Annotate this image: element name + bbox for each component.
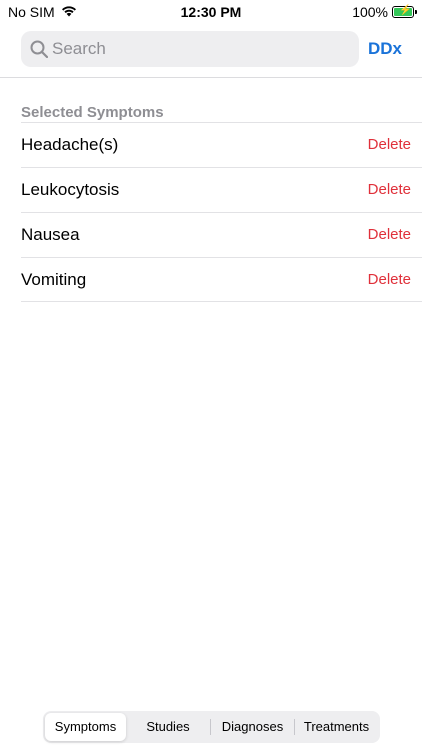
symptom-row: Vomiting Delete (21, 257, 422, 302)
delete-button[interactable]: Delete (368, 226, 411, 243)
battery-icon: ⚡ (392, 5, 417, 18)
symptom-row: Leukocytosis Delete (21, 167, 422, 212)
symptom-row: Headache(s) Delete (21, 122, 422, 167)
section-header: Selected Symptoms (21, 104, 164, 121)
top-divider (0, 77, 422, 78)
search-bar[interactable] (21, 31, 359, 67)
battery-percent: 100% (352, 4, 388, 20)
symptom-name: Leukocytosis (21, 180, 120, 199)
search-input[interactable] (52, 31, 352, 67)
symptom-row: Nausea Delete (21, 212, 422, 257)
symptom-list: Headache(s) Delete Leukocytosis Delete N… (21, 122, 422, 302)
tab-treatments[interactable]: Treatments (295, 713, 378, 741)
tab-diagnoses[interactable]: Diagnoses (211, 713, 294, 741)
segmented-tab-control: Symptoms Studies Diagnoses Treatments (43, 711, 380, 743)
app-screen: No SIM 12:30 PM 100% ⚡ Search DDx Select… (0, 0, 422, 750)
search-icon (30, 40, 48, 58)
symptom-name: Headache(s) (21, 135, 119, 154)
symptom-name: Nausea (21, 225, 80, 244)
delete-button[interactable]: Delete (368, 136, 411, 153)
ddx-button[interactable]: DDx (368, 31, 402, 67)
tab-symptoms[interactable]: Symptoms (45, 713, 126, 741)
search-row: DDx (21, 31, 402, 67)
status-bar: No SIM 12:30 PM 100% ⚡ (0, 0, 422, 24)
symptom-name: Vomiting (21, 270, 87, 289)
delete-button[interactable]: Delete (368, 271, 411, 288)
status-right: 100% ⚡ (352, 4, 417, 20)
delete-button[interactable]: Delete (368, 181, 411, 198)
tab-studies[interactable]: Studies (126, 713, 210, 741)
